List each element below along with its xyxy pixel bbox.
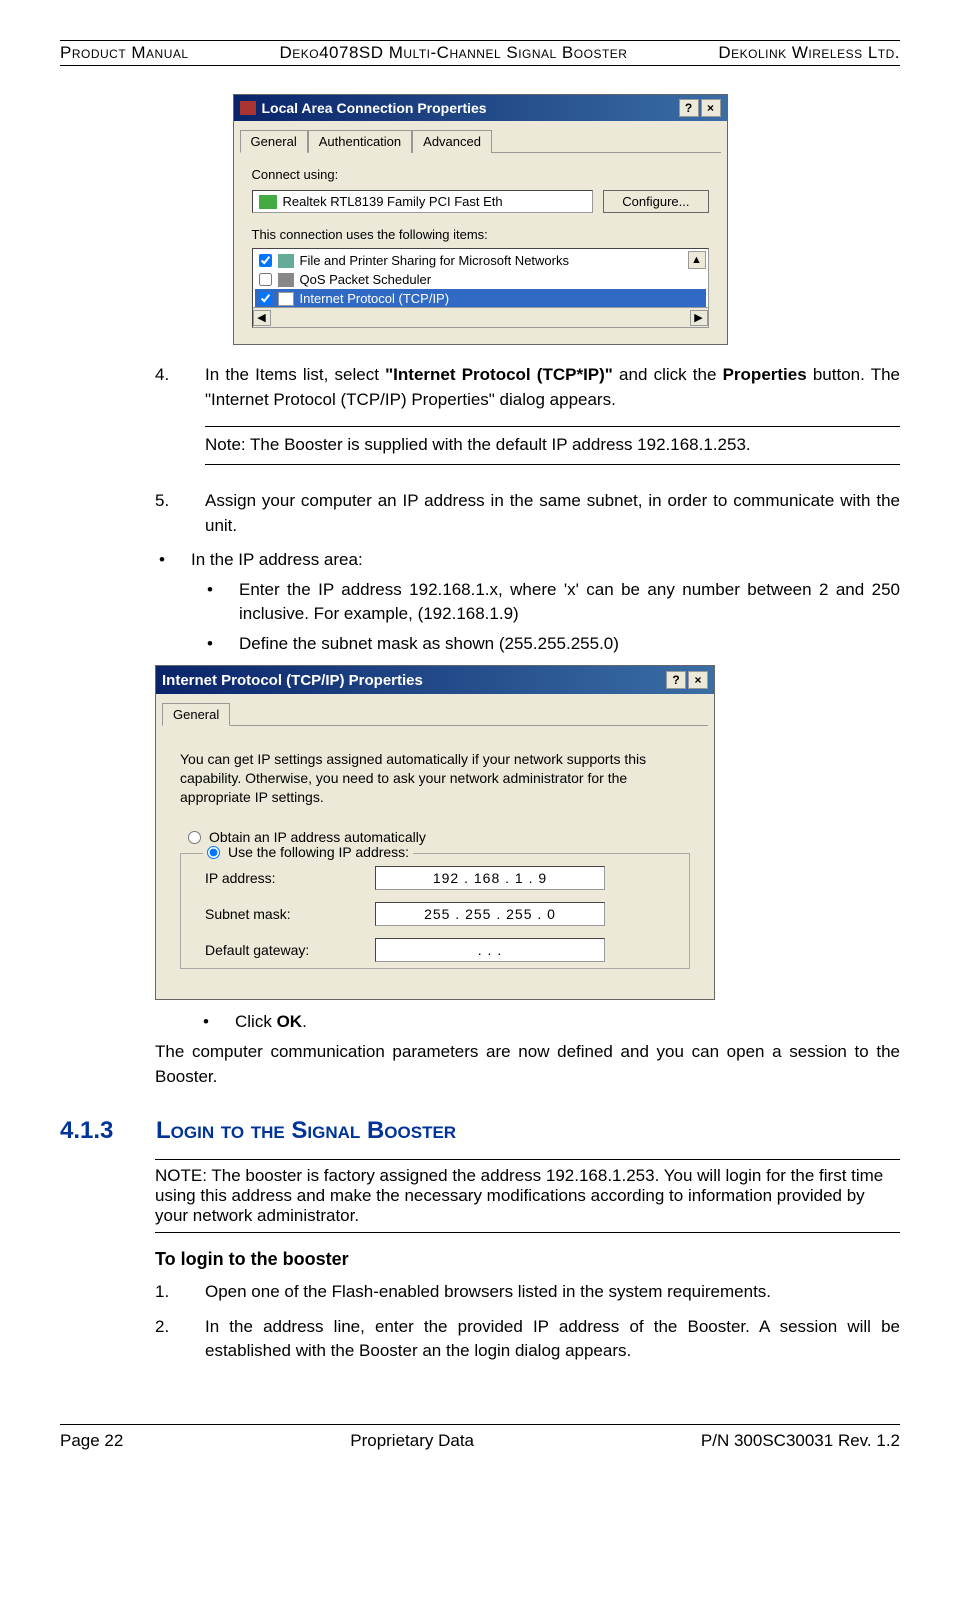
content-area: 4. In the Items list, select "Internet P… <box>155 363 900 655</box>
sub-bullet-ip-text: Enter the IP address 192.168.1.x, where … <box>239 578 900 626</box>
default-gateway-label: Default gateway: <box>205 942 375 958</box>
footer-right: P/N 300SC30031 Rev. 1.2 <box>701 1431 900 1451</box>
login-step-2-text: In the address line, enter the provided … <box>205 1315 900 1364</box>
step-4-num: 4. <box>155 363 177 479</box>
radio-obtain-auto-label: Obtain an IP address automatically <box>209 829 426 845</box>
connect-using-label: Connect using: <box>252 167 709 182</box>
note-default-ip: Note: The Booster is supplied with the d… <box>205 426 900 465</box>
help-button[interactable]: ? <box>679 99 699 117</box>
tab-advanced[interactable]: Advanced <box>412 130 492 153</box>
note-factory-address: NOTE: The booster is factory assigned th… <box>155 1159 900 1233</box>
para-communication-defined: The computer communication parameters ar… <box>155 1040 900 1089</box>
sharing-icon <box>278 254 294 268</box>
item-qos-checkbox[interactable] <box>259 273 272 286</box>
item-tcpip[interactable]: Internet Protocol (TCP/IP) <box>255 289 706 308</box>
item-file-printer-checkbox[interactable] <box>259 254 272 267</box>
login-step-1-text: Open one of the Flash-enabled browsers l… <box>205 1280 900 1305</box>
configure-button[interactable]: Configure... <box>603 190 708 213</box>
subnet-mask-label: Subnet mask: <box>205 906 375 922</box>
item-qos[interactable]: QoS Packet Scheduler <box>255 270 706 289</box>
login-step-1: 1. Open one of the Flash-enabled browser… <box>155 1280 900 1305</box>
tcpip-help-button[interactable]: ? <box>666 671 686 689</box>
adapter-field: Realtek RTL8139 Family PCI Fast Eth <box>252 190 594 213</box>
header-right: Dekolink Wireless Ltd. <box>718 43 900 63</box>
dialog-body: Connect using: Realtek RTL8139 Family PC… <box>234 153 727 344</box>
hscroll-right[interactable]: ▶ <box>690 310 708 326</box>
items-label: This connection uses the following items… <box>252 227 709 242</box>
bullet-dot: • <box>159 548 167 572</box>
radio-use-following-input[interactable] <box>207 846 220 859</box>
item-file-printer-label: File and Printer Sharing for Microsoft N… <box>300 253 569 268</box>
step-4: 4. In the Items list, select "Internet P… <box>155 363 900 479</box>
tcpip-properties-dialog: Internet Protocol (TCP/IP) Properties ? … <box>155 665 715 1000</box>
bullet-ip-area-text: In the IP address area: <box>191 548 363 572</box>
tab-authentication[interactable]: Authentication <box>308 130 412 153</box>
login-step-2: 2. In the address line, enter the provid… <box>155 1315 900 1364</box>
tcpip-dialog-wrap: Internet Protocol (TCP/IP) Properties ? … <box>155 665 900 1000</box>
sub-bullet-mask-text: Define the subnet mask as shown (255.255… <box>239 632 619 656</box>
content-area-2: • Click OK. The computer communication p… <box>155 1010 900 1089</box>
use-following-fieldset: Use the following IP address: IP address… <box>180 853 690 969</box>
nic-icon <box>259 195 277 209</box>
item-file-printer-sharing[interactable]: File and Printer Sharing for Microsoft N… <box>255 251 706 270</box>
footer-center: Proprietary Data <box>350 1431 474 1451</box>
sub-bullet-ip: • Enter the IP address 192.168.1.x, wher… <box>207 578 900 626</box>
step-4-text: In the Items list, select "Internet Prot… <box>205 363 900 479</box>
header-left: Product Manual <box>60 43 189 63</box>
subnet-mask-field[interactable]: 255 . 255 . 255 . 0 <box>375 902 605 926</box>
radio-obtain-auto-input[interactable] <box>188 831 201 844</box>
page-header: Product Manual Deko4078SD Multi-Channel … <box>60 40 900 66</box>
default-gateway-field[interactable]: . . . <box>375 938 605 962</box>
dialog-title: Local Area Connection Properties <box>262 100 487 116</box>
item-tcpip-checkbox[interactable] <box>259 292 272 305</box>
step-5-num: 5. <box>155 489 177 538</box>
login-step-1-num: 1. <box>155 1280 177 1305</box>
hscroll-left[interactable]: ◀ <box>253 310 271 326</box>
step-5: 5. Assign your computer an IP address in… <box>155 489 900 538</box>
page-footer: Page 22 Proprietary Data P/N 300SC30031 … <box>60 1424 900 1451</box>
tcpip-body: You can get IP settings assigned automat… <box>156 726 714 999</box>
section-number: 4.1.3 <box>60 1117 122 1145</box>
tcp-icon <box>278 292 294 306</box>
sub-bullet-click-ok: • Click OK. <box>203 1010 900 1034</box>
tcpip-title: Internet Protocol (TCP/IP) Properties <box>162 672 423 689</box>
subhead-login: To login to the booster <box>155 1249 900 1270</box>
local-area-connection-dialog: Local Area Connection Properties ? × Gen… <box>233 94 728 345</box>
scheduler-icon <box>278 273 294 287</box>
login-step-2-num: 2. <box>155 1315 177 1364</box>
tcpip-tabs: General <box>162 702 708 726</box>
header-center: Deko4078SD Multi-Channel Signal Booster <box>279 43 627 63</box>
step-5-text: Assign your computer an IP address in th… <box>205 489 900 538</box>
dialog-titlebar: Local Area Connection Properties ? × <box>234 95 727 121</box>
bullet-ip-area: • In the IP address area: <box>159 548 900 572</box>
tcpip-description: You can get IP settings assigned automat… <box>180 750 690 807</box>
close-button[interactable]: × <box>701 99 721 117</box>
items-listbox[interactable]: File and Printer Sharing for Microsoft N… <box>252 248 709 328</box>
network-icon <box>240 101 256 115</box>
local-area-connection-dialog-wrap: Local Area Connection Properties ? × Gen… <box>60 94 900 345</box>
section-title: Login to the Signal Booster <box>156 1117 456 1145</box>
ip-address-field[interactable]: 192 . 168 . 1 . 9 <box>375 866 605 890</box>
tab-general[interactable]: General <box>240 130 308 153</box>
footer-left: Page 22 <box>60 1431 123 1451</box>
tcpip-close-button[interactable]: × <box>688 671 708 689</box>
item-qos-label: QoS Packet Scheduler <box>300 272 432 287</box>
adapter-name: Realtek RTL8139 Family PCI Fast Eth <box>283 194 503 209</box>
tcpip-tab-general[interactable]: General <box>162 703 230 726</box>
radio-use-following-label: Use the following IP address: <box>228 844 409 860</box>
ip-address-label: IP address: <box>205 870 375 886</box>
horizontal-scrollbar[interactable]: ◀ ▶ <box>253 307 708 327</box>
radio-obtain-auto[interactable]: Obtain an IP address automatically <box>188 829 690 845</box>
dialog-tabs: General Authentication Advanced <box>240 129 721 153</box>
scroll-up-button[interactable]: ▲ <box>688 251 706 269</box>
sub-bullet-mask: • Define the subnet mask as shown (255.2… <box>207 632 900 656</box>
section-header: 4.1.3 Login to the Signal Booster <box>60 1117 900 1145</box>
tcpip-titlebar: Internet Protocol (TCP/IP) Properties ? … <box>156 666 714 694</box>
item-tcpip-label: Internet Protocol (TCP/IP) <box>300 291 450 306</box>
